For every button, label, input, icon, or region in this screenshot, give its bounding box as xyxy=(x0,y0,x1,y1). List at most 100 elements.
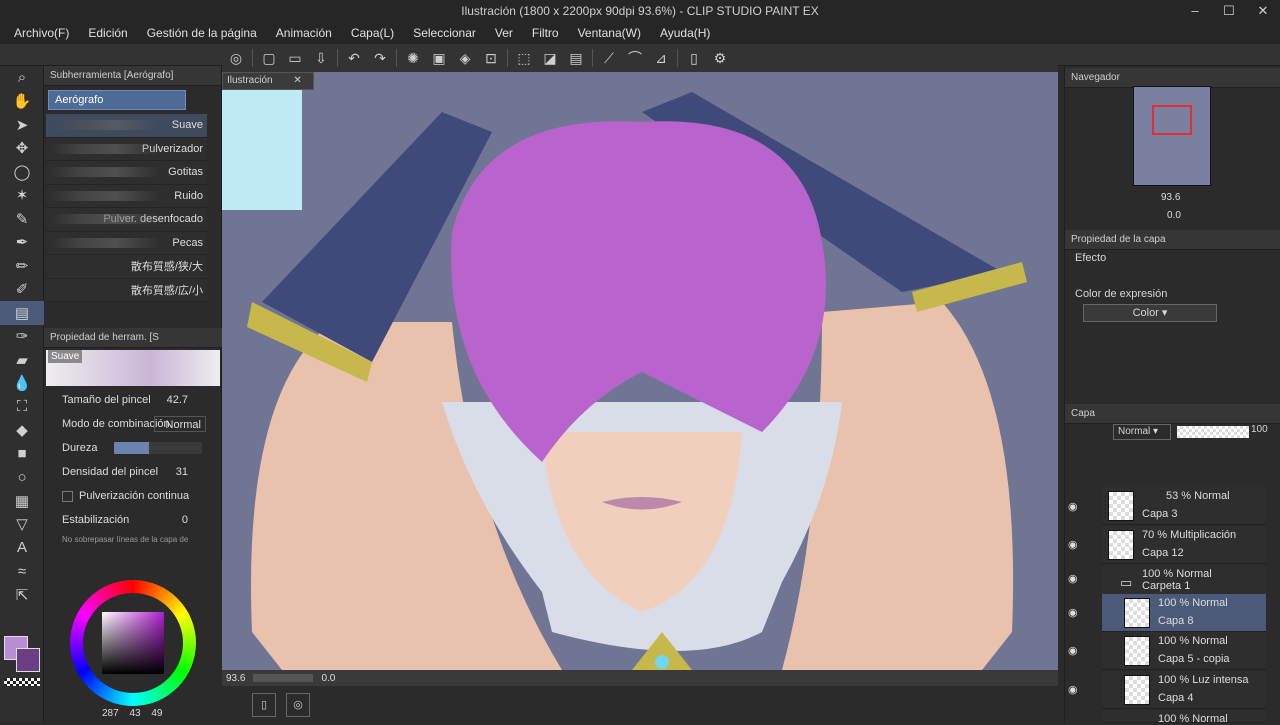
brush-item[interactable]: Ruido xyxy=(46,184,207,208)
lasso-icon[interactable]: ◯ xyxy=(0,160,44,184)
saturation-value-box[interactable] xyxy=(102,612,164,674)
menu-seleccionar[interactable]: Seleccionar xyxy=(413,26,476,40)
eyedropper-icon[interactable]: ✎ xyxy=(0,207,44,231)
layer-row[interactable]: 70 % Multiplicación Capa 12 xyxy=(1102,526,1266,564)
layer-opacity-value[interactable]: 100 xyxy=(1251,424,1268,435)
correct-line-icon[interactable]: ≈ xyxy=(0,560,44,584)
figure-icon[interactable]: ■ xyxy=(0,442,44,466)
maximize-button[interactable]: ☐ xyxy=(1212,0,1246,22)
layer-row[interactable]: 100 % Normal Capa 5 - copia xyxy=(1102,632,1266,670)
transform-icon[interactable]: ⊡ xyxy=(481,48,501,68)
new-file-icon[interactable]: ▢ xyxy=(259,48,279,68)
menu-capa[interactable]: Capa(L) xyxy=(351,26,394,40)
brush-item[interactable]: Pulverizador xyxy=(46,137,207,161)
stabilization-row[interactable]: Estabilización 0 xyxy=(44,508,222,532)
clear-icon[interactable]: ✺ xyxy=(403,48,423,68)
minimize-button[interactable]: – xyxy=(1178,0,1212,22)
brush-item[interactable]: 散布質感/狭/大 xyxy=(46,255,207,279)
show-page-icon[interactable]: ▯ xyxy=(252,692,276,717)
eraser-icon[interactable]: ▰ xyxy=(0,348,44,372)
zoom-icon[interactable]: ⌕ xyxy=(0,66,44,90)
smartphone-icon[interactable]: ▯ xyxy=(684,48,704,68)
visibility-eye-icon[interactable]: ◉ xyxy=(1068,572,1082,586)
settings-icon[interactable]: ⚙ xyxy=(710,48,730,68)
close-button[interactable]: ✕ xyxy=(1246,0,1280,22)
select-color-icon[interactable]: ⇱ xyxy=(0,583,44,607)
ruler-snap-icon[interactable]: ⟋ xyxy=(599,48,619,68)
blend-mode-row[interactable]: Modo de combinación Normal xyxy=(44,412,222,436)
continuous-spray-row[interactable]: Pulverización continua xyxy=(44,484,222,508)
zoom-slider[interactable] xyxy=(253,674,314,682)
airbrush-icon[interactable]: ▤ xyxy=(0,301,44,325)
menu-archivo[interactable]: Archivo(F) xyxy=(14,26,69,40)
subtool-group-tab[interactable]: Aerógrafo xyxy=(48,90,186,110)
menu-animacion[interactable]: Animación xyxy=(276,26,332,40)
gradient-icon[interactable]: ◆ xyxy=(0,419,44,443)
menu-filtro[interactable]: Filtro xyxy=(532,26,559,40)
navigator-viewport[interactable] xyxy=(1152,105,1192,135)
layer-row[interactable]: 100 % Luz intensa Capa 4 xyxy=(1102,671,1266,709)
expression-color-select[interactable]: Color ▾ xyxy=(1083,304,1217,322)
brush-item[interactable]: 散布質感/広/小 xyxy=(46,278,207,302)
brush-size-row[interactable]: Tamaño del pincel 42.7 xyxy=(44,388,222,412)
blend-mode-select[interactable]: Normal xyxy=(154,416,206,432)
menu-ventana[interactable]: Ventana(W) xyxy=(578,26,641,40)
hand-icon[interactable]: ✋ xyxy=(0,90,44,114)
stabilization-value[interactable]: 0 xyxy=(152,512,192,528)
navigator-angle[interactable]: 0.0 xyxy=(1167,210,1181,221)
move-layer-icon[interactable]: ✥ xyxy=(0,137,44,161)
hue-ring[interactable] xyxy=(70,580,196,706)
layer-row[interactable]: 53 % Normal Capa 3 xyxy=(1102,487,1266,525)
grid-snap-icon[interactable]: ⊿ xyxy=(651,48,671,68)
undo-icon[interactable]: ↶ xyxy=(344,48,364,68)
visibility-eye-icon[interactable]: ◉ xyxy=(1068,500,1082,514)
brush-item[interactable]: Pecas xyxy=(46,231,207,255)
menu-ayuda[interactable]: Ayuda(H) xyxy=(660,26,710,40)
magic-wand-icon[interactable]: ✶ xyxy=(0,184,44,208)
text-icon[interactable]: ▽ xyxy=(0,513,44,537)
brush-item[interactable]: Suave xyxy=(46,114,207,138)
navigator-zoom[interactable]: 93.6 xyxy=(1161,192,1180,203)
special-ruler-snap-icon[interactable]: ⌒ xyxy=(625,48,645,68)
menu-gestion-pagina[interactable]: Gestión de la página xyxy=(147,26,257,40)
show-selection-icon[interactable]: ▤ xyxy=(566,48,586,68)
hardness-selector[interactable] xyxy=(114,442,202,454)
fit-view-icon[interactable]: ◎ xyxy=(286,692,310,717)
brush-size-value[interactable]: 42.7 xyxy=(152,392,192,408)
density-value[interactable]: 31 xyxy=(152,464,192,480)
hardness-row[interactable]: Dureza xyxy=(44,436,222,460)
clear-outside-icon[interactable]: ▣ xyxy=(429,48,449,68)
density-row[interactable]: Densidad del pincel 31 xyxy=(44,460,222,484)
redo-icon[interactable]: ↷ xyxy=(370,48,390,68)
visibility-eye-icon[interactable]: ◉ xyxy=(1068,538,1082,552)
brush-item[interactable]: Gotitas xyxy=(46,161,207,185)
continuous-spray-checkbox[interactable] xyxy=(62,490,73,502)
zoom-value[interactable]: 93.6 xyxy=(226,673,245,684)
blend-icon[interactable]: 💧 xyxy=(0,372,44,396)
layer-opacity-slider[interactable] xyxy=(1177,426,1249,438)
deselect-icon[interactable]: ⬚ xyxy=(514,48,534,68)
visibility-eye-icon[interactable]: ◉ xyxy=(1068,683,1082,697)
fill-bucket-icon[interactable]: ⛶ xyxy=(0,395,44,419)
canvas[interactable] xyxy=(222,72,1058,670)
layer-row-selected[interactable]: 100 % Normal Capa 8 xyxy=(1102,594,1266,632)
layer-row[interactable]: 100 % Normal xyxy=(1102,710,1266,725)
menu-edicion[interactable]: Edición xyxy=(88,26,127,40)
open-folder-icon[interactable]: ▭ xyxy=(285,48,305,68)
save-icon[interactable]: ⇩ xyxy=(311,48,331,68)
transparent-color-swatch[interactable] xyxy=(4,678,40,686)
fill-icon[interactable]: ◈ xyxy=(455,48,475,68)
menu-ver[interactable]: Ver xyxy=(495,26,513,40)
object-select-icon[interactable]: ➤ xyxy=(0,113,44,137)
clip-studio-icon[interactable]: ◎ xyxy=(226,48,246,68)
ruler-icon[interactable]: ▦ xyxy=(0,489,44,513)
sub-color-swatch[interactable] xyxy=(16,648,40,672)
angle-value[interactable]: 0.0 xyxy=(321,673,335,684)
extra-option-row[interactable]: No sobrepasar líneas de la capa de xyxy=(44,532,222,546)
navigator-thumbnail[interactable] xyxy=(1133,86,1211,186)
brush-icon[interactable]: ✐ xyxy=(0,278,44,302)
pen-icon[interactable]: ✒ xyxy=(0,231,44,255)
balloon-icon[interactable]: A xyxy=(0,536,44,560)
brush-item[interactable]: Pulver. desenfocado xyxy=(46,208,207,232)
visibility-eye-icon[interactable]: ◉ xyxy=(1068,606,1082,620)
